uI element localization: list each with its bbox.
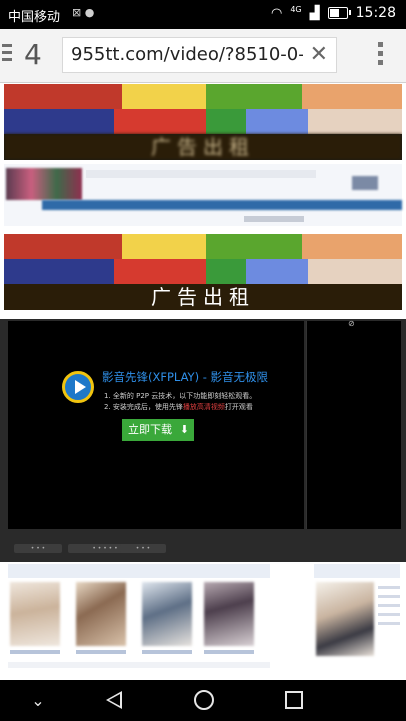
control-button[interactable]: • • • [120, 544, 166, 553]
signal-icon: ▟ [309, 5, 320, 21]
ad-strip [4, 234, 402, 259]
chevron-down-icon[interactable]: ⌄ [8, 680, 68, 721]
ad-banner-bottom[interactable]: 广告出租 [4, 234, 402, 310]
ad-thumbnail [6, 168, 82, 200]
sidebar-thumbnail[interactable] [316, 582, 374, 656]
notification-icons: ⊠ ● [72, 6, 95, 19]
back-icon[interactable] [84, 680, 144, 721]
tab-count-button[interactable]: 4 [24, 38, 42, 71]
download-button[interactable]: 立即下载 ⬇ [122, 419, 194, 441]
ad-caption: 广告出租 [4, 284, 402, 310]
player-instruction: 1. 全新的 P2P 云技术，以下功能即刻轻松观看。 [104, 392, 257, 400]
sidebar-header [314, 564, 400, 578]
ad-bar [86, 170, 316, 178]
instruction-text: 2. 安装完成后，使用先锋 [104, 403, 183, 411]
network-type: 4G [290, 4, 302, 14]
browser-toolbar: 4 955tt.com/video/?8510-0- ✕ [0, 29, 406, 83]
video-thumbnail[interactable] [10, 582, 60, 654]
ad-banner-middle[interactable] [4, 164, 402, 226]
carrier-label: 中国移动 [8, 10, 61, 25]
player-screen[interactable]: 影音先锋(XFPLAY) - 影音无极限 1. 全新的 P2P 云技术，以下功能… [8, 321, 304, 529]
ad-bar [244, 216, 304, 222]
ad-caption: 广告出租 [4, 134, 402, 160]
ad-banner-top[interactable]: 广告出租 [4, 84, 402, 160]
video-thumbnail[interactable] [204, 582, 254, 654]
close-icon[interactable]: ✕ [310, 42, 328, 67]
grid-footer [8, 662, 270, 668]
ad-bar [42, 200, 402, 210]
url-text[interactable]: 955tt.com/video/?8510-0- [71, 44, 303, 65]
play-icon [62, 371, 94, 403]
status-bar: 中国移动 ⊠ ● ◠ 4G ▟ 15:28 [0, 0, 406, 29]
player-app-title: 影音先锋(XFPLAY) - 影音无极限 [102, 370, 269, 384]
download-label: 立即下载 [128, 423, 172, 436]
video-thumbnail[interactable] [142, 582, 192, 654]
ad-strip [4, 84, 402, 109]
instruction-highlight: 播放高清视频 [182, 403, 225, 411]
control-button[interactable]: • • • [14, 544, 62, 553]
status-right: ◠ 4G ▟ 15:28 [271, 4, 396, 22]
recent-apps-icon[interactable] [264, 680, 324, 721]
player-sidebar [306, 321, 401, 529]
video-player[interactable]: 影音先锋(XFPLAY) - 影音无极限 1. 全新的 P2P 云技术，以下功能… [0, 319, 406, 562]
video-grid [4, 562, 406, 680]
system-nav-bar: ⌄ [0, 680, 406, 721]
settings-icon[interactable]: ⊘ [348, 319, 355, 328]
ad-logo [352, 176, 378, 190]
ad-strip [4, 259, 402, 284]
wifi-icon: ◠ [271, 5, 283, 21]
player-instruction: 2. 安装完成后，使用先锋播放高清视频打开观看 [104, 402, 253, 412]
clock: 15:28 [355, 5, 396, 21]
home-icon[interactable] [174, 680, 234, 721]
instruction-text: 打开观看 [224, 403, 253, 411]
sidebar-text [378, 586, 400, 631]
battery-icon [327, 7, 351, 19]
video-thumbnail[interactable] [76, 582, 126, 654]
more-vert-icon[interactable] [378, 42, 384, 69]
player-controls: • • • • • • • • • • • [8, 539, 400, 555]
ad-strip [4, 109, 402, 134]
hamburger-icon[interactable] [2, 44, 14, 65]
address-bar[interactable]: 955tt.com/video/?8510-0- ✕ [62, 37, 337, 73]
download-arrow-icon: ⬇ [179, 423, 189, 436]
section-header [8, 564, 270, 578]
